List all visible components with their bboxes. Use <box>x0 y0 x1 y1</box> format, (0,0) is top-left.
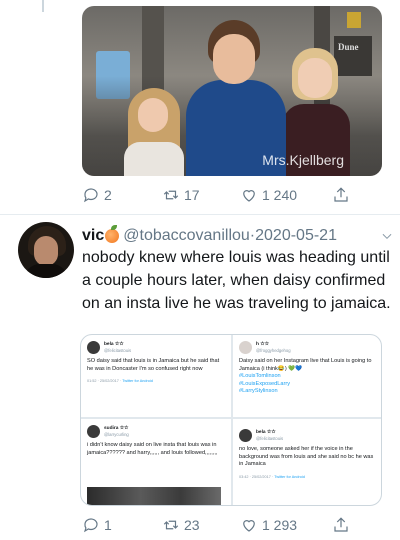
avatar <box>87 425 100 438</box>
user-handle[interactable]: @tobaccovanillou <box>123 227 250 245</box>
tweet-divider <box>0 214 400 215</box>
like-button[interactable]: 1 240 <box>240 186 332 204</box>
collage-handle: @froggyhedgehog <box>256 347 291 353</box>
thread-connector-line <box>42 0 44 12</box>
retweet-count: 17 <box>184 187 200 203</box>
avatar <box>239 341 252 354</box>
chevron-down-icon <box>382 233 392 239</box>
like-count: 1 293 <box>262 517 298 533</box>
collage-tweet: sudira ☆☆ @larrycurling i didn't know da… <box>87 425 225 457</box>
collage-handle: @felicitastouis <box>104 347 132 353</box>
collage-tweet: bela ☆☆ @felicitastouis no love, someone… <box>239 429 377 481</box>
tweet2-action-bar: 1 23 1 293 <box>82 514 382 536</box>
collage-footer: 01:52 · 25/02/2017 · Twitter for Android <box>87 379 153 384</box>
retweet-button[interactable]: 23 <box>162 516 240 534</box>
collage-text: i didn't know daisy said on live insta t… <box>87 442 218 456</box>
like-count: 1 240 <box>262 187 298 203</box>
collage-hashtag: #LouisExposedLarry <box>239 380 290 387</box>
like-button[interactable]: 1 293 <box>240 516 332 534</box>
display-name[interactable]: vic <box>82 227 104 245</box>
collage-name: sudira ☆☆ <box>104 426 129 432</box>
collage-text: SO daisy said that louis is in Jamaica b… <box>87 358 220 372</box>
collage-handle: @larrycurling <box>104 431 129 437</box>
share-icon <box>334 187 348 202</box>
reply-button[interactable]: 1 <box>82 516 162 534</box>
collage-embedded-photo <box>87 487 221 505</box>
avatar[interactable] <box>18 222 74 278</box>
tweet-photo[interactable]: Dune Mrs.Kjellberg <box>82 6 382 176</box>
like-icon <box>243 520 255 532</box>
like-icon <box>243 190 255 202</box>
tweet-header: vic @tobaccovanillou · 2020-05-21 <box>82 225 394 246</box>
reply-count: 2 <box>104 187 112 203</box>
retweet-button[interactable]: 17 <box>162 186 240 204</box>
reply-button[interactable]: 2 <box>82 186 162 204</box>
collage-tweet: bela ☆☆ @felicitastouis SO daisy said th… <box>87 341 225 386</box>
tweet-date[interactable]: 2020-05-21 <box>255 227 337 245</box>
collage-tweet: h ☆☆ @froggyhedgehog Daisy said on her I… <box>239 341 377 396</box>
reply-icon <box>83 188 98 203</box>
tweet-menu-button[interactable] <box>380 229 394 243</box>
photo-watermark: Mrs.Kjellberg <box>262 152 344 168</box>
retweet-icon <box>163 520 179 530</box>
collage-handle: @felicitastouis <box>256 435 284 441</box>
peach-emoji-icon <box>105 225 120 243</box>
reply-icon <box>83 518 98 533</box>
tweet1-action-bar: 2 17 1 240 <box>82 184 382 206</box>
collage-hashtag: #LouisTomlinson <box>239 373 281 380</box>
collage-text: Daisy said on her Instagram live that Lo… <box>239 358 372 372</box>
reply-count: 1 <box>104 517 112 533</box>
collage-text: no love, someone asked her if the voice … <box>239 446 374 468</box>
share-icon <box>334 517 348 532</box>
retweet-icon <box>163 190 179 200</box>
share-button[interactable] <box>332 186 350 204</box>
avatar <box>239 429 252 442</box>
collage-hashtag: #LarryStylinson <box>239 388 278 395</box>
tweet-image-collage[interactable]: bela ☆☆ @felicitastouis SO daisy said th… <box>80 334 382 506</box>
collage-divider-horizontal <box>81 417 381 419</box>
photo-bg-sign <box>347 12 361 28</box>
tweet-text: nobody knew where louis was heading unti… <box>82 249 391 312</box>
collage-divider-vertical <box>231 335 233 505</box>
share-button[interactable] <box>332 516 350 534</box>
collage-footer: 03:42 · 25/02/2017 · Twitter for Android <box>239 474 305 479</box>
photo-person-left <box>122 88 186 176</box>
avatar <box>87 341 100 354</box>
retweet-count: 23 <box>184 517 200 533</box>
